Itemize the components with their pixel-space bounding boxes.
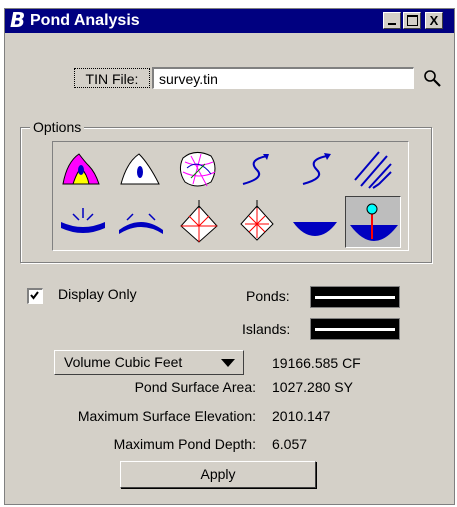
watershed-icon[interactable] [171, 196, 227, 248]
pond-icon[interactable] [113, 144, 169, 196]
app-logo-icon: B [10, 8, 26, 32]
max-depth-label: Maximum Pond Depth: [113, 436, 256, 452]
options-legend: Options [30, 119, 85, 135]
islands-label: Islands: [242, 321, 291, 337]
apply-button[interactable]: Apply [120, 461, 316, 488]
title-bar[interactable]: B Pond Analysis X [5, 9, 454, 33]
flow-arrows-icon[interactable] [345, 144, 401, 196]
options-toolbar [52, 141, 409, 251]
display-only-label[interactable]: Display Only [58, 285, 137, 303]
volume-value: 19166.585 CF [272, 355, 361, 371]
tin-file-input[interactable] [152, 67, 414, 89]
ponds-line-style-button[interactable] [310, 286, 400, 308]
surface-area-label: Pond Surface Area: [134, 379, 256, 395]
contour-map-icon[interactable] [171, 144, 227, 196]
ponds-label: Ponds: [246, 288, 290, 304]
max-elevation-value: 2010.147 [272, 408, 331, 424]
maximize-button[interactable] [403, 12, 421, 29]
minimize-button[interactable] [383, 12, 401, 29]
flow-trace-icon[interactable] [287, 144, 343, 196]
dropdown-arrow-icon [221, 359, 235, 367]
close-button[interactable]: X [425, 12, 443, 29]
drainage-icon[interactable] [229, 196, 285, 248]
window-title: Pond Analysis [30, 12, 140, 29]
search-icon[interactable] [422, 68, 444, 90]
sink-icon[interactable] [55, 196, 111, 248]
surface-area-value: 1027.280 SY [272, 379, 353, 395]
islands-line-style-button[interactable] [310, 318, 400, 340]
flow-path-icon[interactable] [229, 144, 285, 196]
max-elevation-label: Maximum Surface Elevation: [77, 408, 256, 424]
pond-catchment-icon[interactable] [55, 144, 111, 196]
tin-file-label[interactable]: TIN File: [74, 68, 150, 88]
volume-unit-value: Volume Cubic Feet [64, 354, 183, 370]
ridge-icon[interactable] [113, 196, 169, 248]
pond-surface-icon[interactable] [287, 196, 343, 248]
volume-unit-dropdown[interactable]: Volume Cubic Feet [54, 350, 244, 375]
max-depth-value: 6.057 [272, 436, 308, 452]
pond-depth-icon[interactable] [345, 196, 401, 248]
display-only-checkbox[interactable] [27, 288, 43, 304]
